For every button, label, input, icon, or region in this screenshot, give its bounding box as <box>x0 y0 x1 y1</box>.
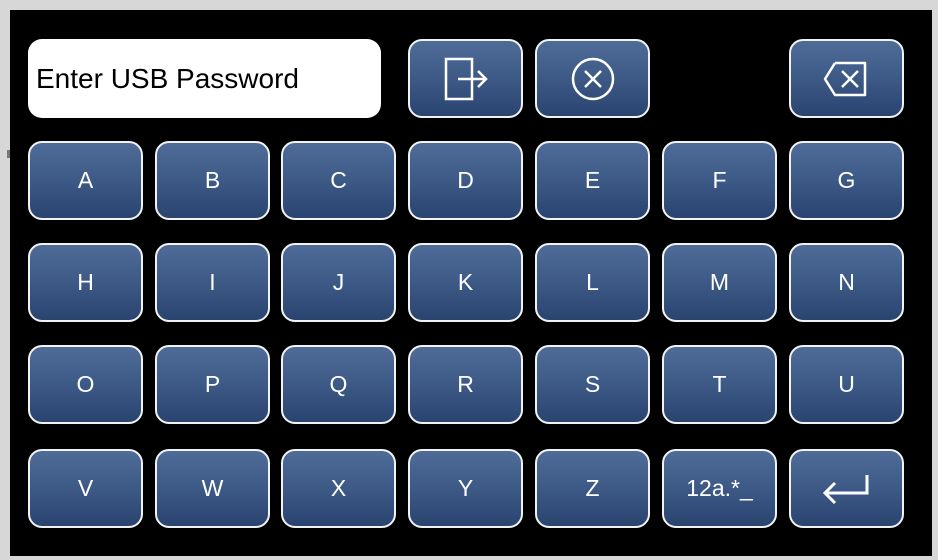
key-x[interactable]: X <box>281 449 396 528</box>
key-f[interactable]: F <box>662 141 777 220</box>
key-label: E <box>584 167 601 193</box>
key-label: P <box>204 371 221 397</box>
login-arrow-icon <box>438 53 494 105</box>
key-label: M <box>709 269 730 295</box>
key-label: X <box>330 475 347 501</box>
key-label: U <box>838 371 855 397</box>
password-input-placeholder: Enter USB Password <box>36 62 299 94</box>
key-label: Q <box>329 371 348 397</box>
backspace-icon <box>819 57 875 101</box>
key-w[interactable]: W <box>155 449 270 528</box>
login-button[interactable] <box>408 39 523 118</box>
mode-toggle-button[interactable]: 12a.*_ <box>662 449 777 528</box>
key-e[interactable]: E <box>535 141 650 220</box>
key-label: S <box>584 371 601 397</box>
key-g[interactable]: G <box>789 141 904 220</box>
key-s[interactable]: S <box>535 345 650 424</box>
key-m[interactable]: M <box>662 243 777 322</box>
key-v[interactable]: V <box>28 449 143 528</box>
key-label: B <box>204 167 221 193</box>
key-label: F <box>712 167 727 193</box>
key-label: K <box>457 269 474 295</box>
cancel-button[interactable] <box>535 39 650 118</box>
key-h[interactable]: H <box>28 243 143 322</box>
mode-toggle-label: 12a.*_ <box>686 475 753 501</box>
key-label: I <box>209 269 216 295</box>
circle-x-icon <box>567 53 619 105</box>
key-label: J <box>332 269 345 295</box>
key-p[interactable]: P <box>155 345 270 424</box>
key-c[interactable]: C <box>281 141 396 220</box>
key-label: C <box>330 167 347 193</box>
key-y[interactable]: Y <box>408 449 523 528</box>
key-z[interactable]: Z <box>535 449 650 528</box>
key-u[interactable]: U <box>789 345 904 424</box>
key-label: G <box>837 167 856 193</box>
key-n[interactable]: N <box>789 243 904 322</box>
key-r[interactable]: R <box>408 345 523 424</box>
key-d[interactable]: D <box>408 141 523 220</box>
key-label: H <box>77 269 94 295</box>
key-o[interactable]: O <box>28 345 143 424</box>
key-label: L <box>586 269 599 295</box>
key-a[interactable]: A <box>28 141 143 220</box>
key-label: O <box>76 371 95 397</box>
key-j[interactable]: J <box>281 243 396 322</box>
key-i[interactable]: I <box>155 243 270 322</box>
key-t[interactable]: T <box>662 345 777 424</box>
password-input[interactable]: Enter USB Password <box>28 39 381 118</box>
enter-arrow-icon <box>815 469 879 509</box>
key-label: N <box>838 269 855 295</box>
key-q[interactable]: Q <box>281 345 396 424</box>
key-k[interactable]: K <box>408 243 523 322</box>
key-label: Y <box>457 475 474 501</box>
key-label: T <box>712 371 727 397</box>
key-label: R <box>457 371 474 397</box>
key-b[interactable]: B <box>155 141 270 220</box>
key-label: W <box>201 475 224 501</box>
backspace-button[interactable] <box>789 39 904 118</box>
key-label: D <box>457 167 474 193</box>
key-label: Z <box>585 475 600 501</box>
key-label: V <box>77 475 94 501</box>
key-l[interactable]: L <box>535 243 650 322</box>
enter-button[interactable] <box>789 449 904 528</box>
key-label: A <box>77 167 94 193</box>
